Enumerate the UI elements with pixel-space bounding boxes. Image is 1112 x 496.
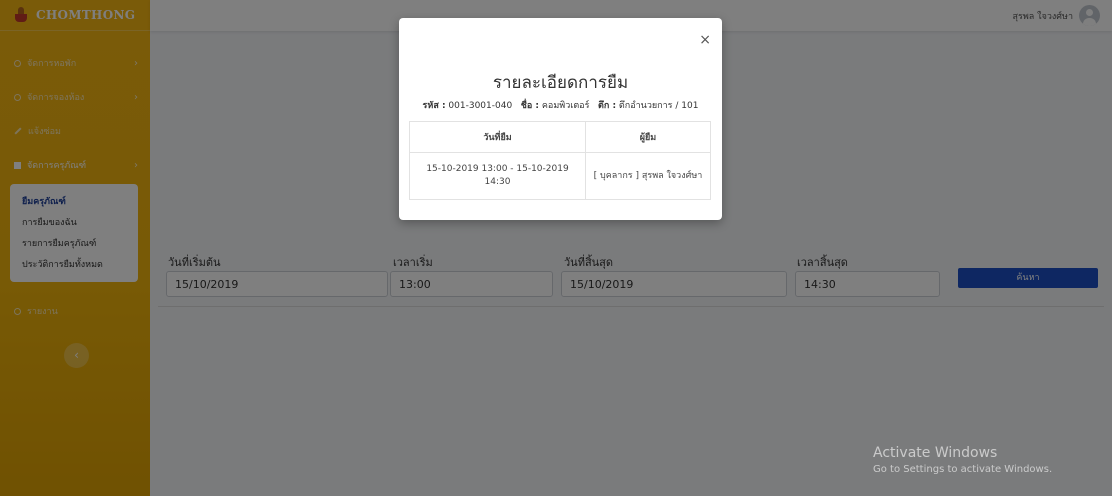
name-label: ชื่อ : bbox=[520, 101, 540, 111]
borrow-table: วันที่ยืม ผู้ยืม 15-10-2019 13:00 - 15-1… bbox=[409, 121, 711, 200]
column-header-borrower: ผู้ยืม bbox=[585, 121, 711, 153]
item-info: รหัส : 001-3001-040 ชื่อ : คอมพิวเตอร์ ต… bbox=[399, 98, 722, 112]
code-label: รหัส : bbox=[422, 101, 446, 111]
code-value: 001-3001-040 bbox=[448, 101, 513, 111]
watermark-subtitle: Go to Settings to activate Windows. bbox=[873, 464, 1053, 475]
windows-activation-watermark: Activate Windows Go to Settings to activ… bbox=[873, 445, 1052, 475]
borrow-detail-modal: × รายละเอียดการยืม รหัส : 001-3001-040 ช… bbox=[399, 18, 722, 220]
modal-title: รายละเอียดการยืม bbox=[492, 73, 629, 93]
watermark-title: Activate Windows bbox=[873, 445, 998, 461]
table-row: 15-10-2019 13:00 - 15-10-2019 14:30 [ บุ… bbox=[409, 152, 711, 200]
building-value: ตึกอำนวยการ / 101 bbox=[618, 101, 699, 111]
close-icon[interactable]: × bbox=[699, 33, 711, 47]
borrow-period-cell: 15-10-2019 13:00 - 15-10-2019 14:30 bbox=[409, 152, 586, 200]
column-header-borrow-date: วันที่ยืม bbox=[409, 121, 586, 153]
building-label: ตึก : bbox=[598, 101, 617, 111]
name-value: คอมพิวเตอร์ bbox=[541, 101, 590, 111]
borrower-cell: [ บุคลากร ] สุรพล ใจวงศ์ษา bbox=[585, 152, 711, 200]
